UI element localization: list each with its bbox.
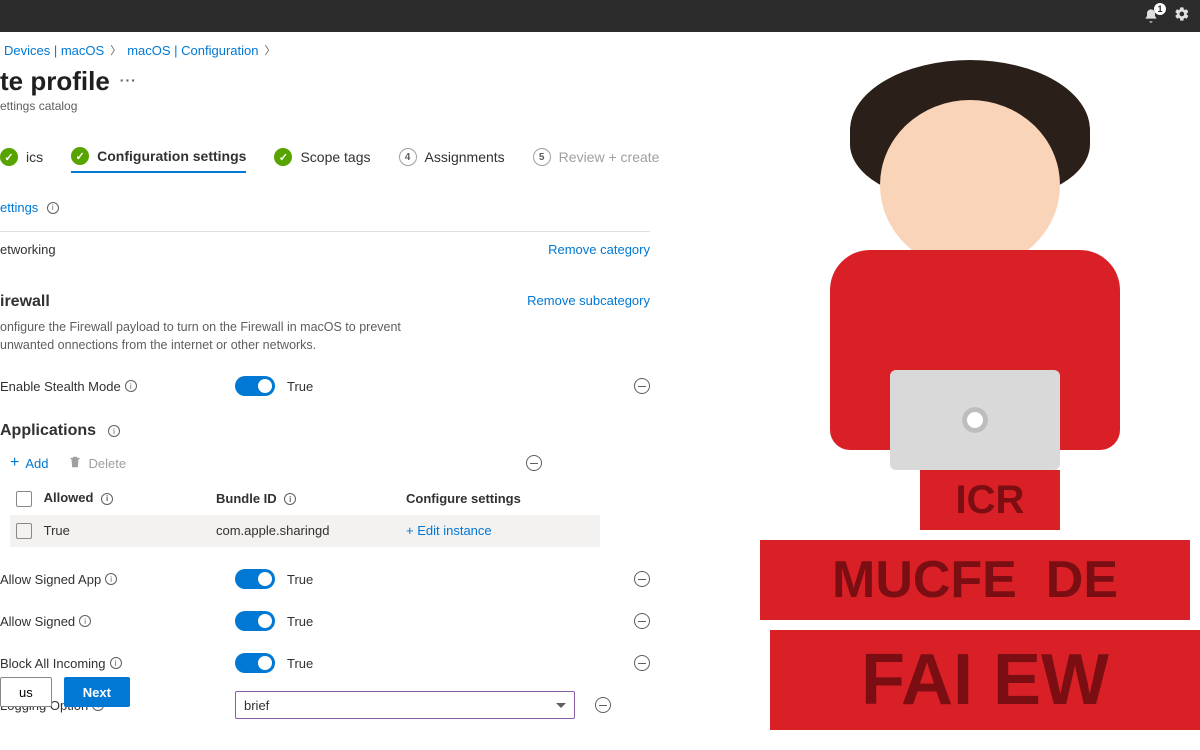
remove-setting-icon[interactable] [634, 655, 650, 671]
button-label: Next [83, 685, 111, 700]
logging-option-select[interactable]: brief [235, 691, 575, 719]
subcategory-description: onfigure the Firewall payload to turn on… [0, 319, 430, 354]
cell-bundle: com.apple.sharingd [210, 515, 400, 548]
allow-signed-toggle[interactable] [235, 611, 275, 631]
page-subtitle: ettings catalog [0, 99, 680, 113]
step-number-icon: 4 [399, 148, 417, 166]
edit-instance-link[interactable]: + Edit instance [406, 523, 492, 538]
more-actions-icon[interactable]: ··· [120, 72, 137, 92]
remove-subcategory-link[interactable]: Remove subcategory [527, 293, 650, 308]
button-label: us [19, 685, 33, 700]
add-button[interactable]: + Add [10, 454, 48, 472]
notification-bell-icon[interactable]: 1 [1142, 7, 1160, 25]
previous-button[interactable]: us [0, 677, 52, 707]
row-checkbox[interactable] [16, 523, 32, 539]
setting-enable-stealth: Enable Stealth Mode i True [0, 376, 650, 396]
allow-signed-app-toggle[interactable] [235, 569, 275, 589]
add-settings-link[interactable]: ettings [0, 200, 38, 215]
tab-basics[interactable]: ics [0, 148, 43, 172]
step-number-icon: 5 [533, 148, 551, 166]
info-icon[interactable]: i [79, 615, 91, 627]
setting-allow-signed: Allow Signed i True [0, 611, 650, 631]
table-row: True com.apple.sharingd + Edit instance [10, 515, 600, 548]
column-configure: Configure settings [400, 482, 600, 515]
check-icon [71, 147, 89, 165]
remove-setting-icon[interactable] [634, 571, 650, 587]
trash-icon [68, 455, 82, 472]
remove-setting-icon[interactable] [595, 697, 611, 713]
delete-label: Delete [88, 456, 126, 471]
toggle-value: True [287, 379, 313, 394]
notification-count-badge: 1 [1154, 3, 1166, 15]
chevron-right-icon: 〉 [110, 42, 121, 58]
tab-label: Review + create [559, 149, 660, 165]
block-all-toggle[interactable] [235, 653, 275, 673]
info-icon[interactable]: i [125, 380, 137, 392]
delete-button[interactable]: Delete [68, 455, 126, 472]
toggle-value: True [287, 656, 313, 671]
breadcrumb-item[interactable]: Devices | macOS [4, 43, 104, 58]
toggle-value: True [287, 614, 313, 629]
applications-title: Applications [0, 422, 96, 440]
applications-header: Applications i [0, 422, 680, 440]
chevron-down-icon [556, 703, 566, 708]
info-icon[interactable]: i [284, 493, 296, 505]
remove-setting-icon[interactable] [634, 378, 650, 394]
category-row: etworking Remove category [0, 242, 650, 257]
wizard-footer: us Next [0, 677, 130, 707]
tab-review-create[interactable]: 5 Review + create [533, 148, 660, 172]
applications-table: Allowed i Bundle ID i Configure settings… [10, 482, 600, 547]
column-bundle: Bundle ID [216, 491, 277, 506]
info-icon[interactable]: i [110, 657, 122, 669]
settings-gear-icon[interactable] [1174, 6, 1190, 27]
check-icon [274, 148, 292, 166]
setting-block-all-incoming: Block All Incoming i True [0, 653, 650, 673]
tab-assignments[interactable]: 4 Assignments [399, 148, 505, 172]
setting-allow-signed-app: Allow Signed App i True [0, 569, 650, 589]
setting-label: Allow Signed App [0, 572, 101, 587]
info-icon[interactable]: i [105, 573, 117, 585]
setting-label: Enable Stealth Mode [0, 379, 121, 394]
applications-toolbar: + Add Delete [10, 454, 680, 472]
table-header-row: Allowed i Bundle ID i Configure settings [10, 482, 600, 515]
select-all-checkbox[interactable] [16, 491, 32, 507]
info-icon[interactable]: i [101, 493, 113, 505]
main-content: Devices | macOS 〉 macOS | Configuration … [0, 32, 680, 719]
decorative-illustration: ICR MUCFE DE FAI EW [740, 40, 1200, 750]
chevron-right-icon: 〉 [264, 42, 275, 58]
tab-label: Scope tags [300, 149, 370, 165]
page-header: te profile ··· ettings catalog [0, 64, 680, 113]
tab-label: Assignments [425, 149, 505, 165]
tab-label: ics [26, 149, 43, 165]
remove-setting-icon[interactable] [634, 613, 650, 629]
info-icon[interactable]: i [47, 202, 59, 214]
info-icon[interactable]: i [108, 425, 120, 437]
select-value: brief [244, 698, 269, 713]
category-label: etworking [0, 242, 56, 257]
plus-icon: + [10, 454, 19, 472]
tab-configuration-settings[interactable]: Configuration settings [71, 147, 246, 173]
add-label: Add [25, 456, 48, 471]
page-title: te profile [0, 66, 110, 97]
tab-scope-tags[interactable]: Scope tags [274, 148, 370, 172]
remove-setting-icon[interactable] [526, 455, 542, 471]
breadcrumb: Devices | macOS 〉 macOS | Configuration … [0, 32, 680, 64]
toggle-value: True [287, 572, 313, 587]
setting-label: Block All Incoming [0, 656, 106, 671]
remove-category-link[interactable]: Remove category [548, 242, 650, 257]
check-icon [0, 148, 18, 166]
column-allowed: Allowed [44, 490, 94, 505]
divider [0, 231, 650, 232]
wizard-tabs: ics Configuration settings Scope tags 4 … [0, 147, 680, 173]
tab-label: Configuration settings [97, 148, 246, 164]
next-button[interactable]: Next [64, 677, 130, 707]
apple-logo-icon [962, 407, 988, 433]
subcategory-title: irewall [0, 293, 50, 311]
subcategory-row: irewall Remove subcategory [0, 275, 650, 311]
breadcrumb-item[interactable]: macOS | Configuration [127, 43, 258, 58]
cell-allowed: True [44, 523, 70, 538]
setting-label: Allow Signed [0, 614, 75, 629]
top-bar: 1 [0, 0, 1200, 32]
stealth-toggle[interactable] [235, 376, 275, 396]
